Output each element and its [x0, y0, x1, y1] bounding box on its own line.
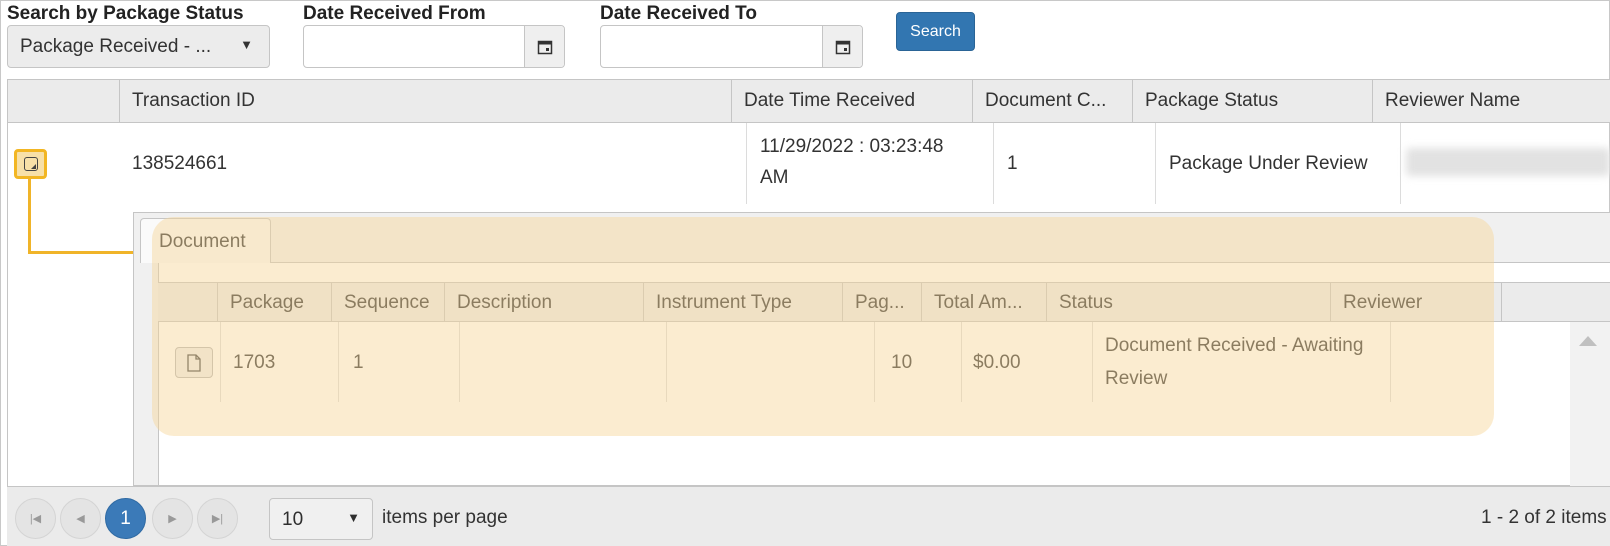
doc-sequence-cell: 1 [353, 352, 364, 373]
doc-package-cell: 1703 [233, 352, 276, 373]
doc-header-reviewer[interactable]: Reviewer [1330, 283, 1501, 322]
document-grid-header: Package Sequence Description Instrument … [158, 282, 1610, 322]
date-from-field[interactable] [303, 25, 565, 68]
annotation-line [28, 177, 31, 254]
calendar-icon [537, 40, 552, 54]
current-page-button[interactable]: 1 [105, 498, 146, 539]
first-page-button[interactable]: |◀ [15, 498, 56, 539]
date-to-label: Date Received To [600, 3, 757, 24]
vertical-scrollbar[interactable] [1570, 322, 1610, 486]
page-size-value: 10 [282, 509, 304, 530]
doc-header-total-amount[interactable]: Total Am... [921, 283, 1046, 322]
package-status-dropdown[interactable]: Package Received - ... ▼ [7, 25, 270, 68]
items-per-page-label: items per page [382, 507, 508, 528]
doc-header-spacer [1501, 283, 1610, 322]
annotation-line [28, 251, 145, 254]
doc-header-instrument-type[interactable]: Instrument Type [643, 283, 842, 322]
date-received-cell-line2: AM [760, 167, 789, 188]
transaction-id-cell: 138524661 [132, 153, 228, 174]
doc-pages-cell: 10 [891, 352, 913, 373]
redacted-reviewer-name [1406, 148, 1610, 176]
collapse-icon [23, 157, 38, 171]
date-to-field[interactable] [600, 25, 863, 68]
doc-header-action [158, 283, 217, 322]
header-expand-column [8, 80, 119, 122]
doc-status-cell-line1: Document Received - Awaiting [1105, 335, 1364, 356]
date-received-cell-line1: 11/29/2022 : 03:23:48 [760, 136, 944, 157]
header-transaction-id[interactable]: Transaction ID [119, 80, 731, 122]
cell-divider [1155, 123, 1156, 204]
cell-divider [961, 322, 962, 402]
header-document-count[interactable]: Document C... [972, 80, 1132, 122]
cell-divider [338, 322, 339, 402]
pager-summary: 1 - 2 of 2 items [1481, 507, 1607, 528]
last-page-icon: ▶| [211, 513, 224, 525]
next-page-button[interactable]: ▶ [152, 498, 193, 539]
cell-divider [874, 322, 875, 402]
package-status-label: Search by Package Status [7, 3, 244, 24]
doc-header-description[interactable]: Description [444, 283, 643, 322]
last-page-button[interactable]: ▶| [197, 498, 238, 539]
pager: |◀ ◀ 1 ▶ ▶| 10 ▼ items per page 1 - 2 of… [7, 486, 1610, 546]
cell-divider [459, 322, 460, 402]
first-page-icon: |◀ [29, 513, 42, 525]
doc-header-sequence[interactable]: Sequence [331, 283, 444, 322]
cell-divider [666, 322, 667, 402]
date-from-calendar-button[interactable] [524, 26, 564, 67]
cell-divider [220, 322, 221, 402]
header-date-time-received[interactable]: Date Time Received [731, 80, 972, 122]
previous-page-button[interactable]: ◀ [60, 498, 101, 539]
previous-page-icon: ◀ [76, 513, 85, 525]
doc-header-status[interactable]: Status [1046, 283, 1330, 322]
page-size-dropdown[interactable]: 10 ▼ [269, 498, 373, 540]
doc-status-cell-line2: Review [1105, 368, 1168, 389]
cell-divider [993, 123, 994, 204]
calendar-icon [835, 40, 850, 54]
document-count-cell: 1 [1007, 153, 1018, 174]
table-row[interactable]: 1703 1 10 $0.00 Document Received - Awai… [158, 322, 1568, 402]
date-to-calendar-button[interactable] [822, 26, 862, 67]
doc-total-amount-cell: $0.00 [973, 352, 1021, 373]
cell-divider [1390, 322, 1391, 402]
header-reviewer-name[interactable]: Reviewer Name [1372, 80, 1610, 122]
tab-document[interactable]: Document [140, 218, 271, 263]
table-row[interactable]: 138524661 11/29/2022 : 03:23:48 AM 1 Pac… [8, 123, 1610, 204]
search-button[interactable]: Search [896, 12, 975, 51]
chevron-down-icon: ▼ [347, 510, 360, 525]
grid-header: Transaction ID Date Time Received Docume… [8, 80, 1610, 123]
date-from-label: Date Received From [303, 3, 486, 24]
scroll-up-arrow-icon[interactable] [1579, 336, 1597, 346]
header-package-status[interactable]: Package Status [1132, 80, 1372, 122]
package-status-cell: Package Under Review [1169, 153, 1368, 174]
cell-divider [746, 123, 747, 204]
cell-divider [1092, 322, 1093, 402]
document-icon [187, 353, 201, 372]
view-document-button[interactable] [175, 347, 213, 378]
doc-header-package[interactable]: Package [217, 283, 331, 322]
row-expand-button[interactable] [14, 149, 47, 179]
doc-header-pages[interactable]: Pag... [842, 283, 921, 322]
chevron-down-icon: ▼ [240, 37, 253, 52]
cell-divider [1400, 123, 1401, 204]
package-status-value: Package Received - ... [20, 36, 212, 57]
next-page-icon: ▶ [168, 513, 177, 525]
